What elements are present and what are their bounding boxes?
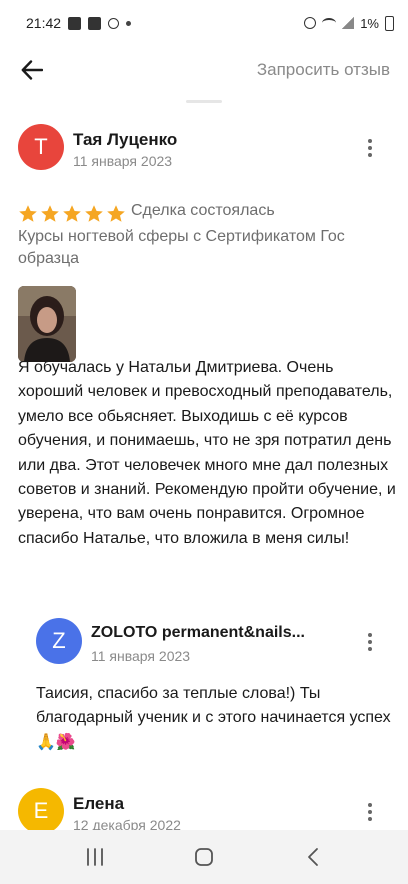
review-card: Т Тая Луценко 11 января 2023 Сделка сост… xyxy=(0,120,408,820)
status-time: 21:42 xyxy=(26,15,62,31)
status-bar: 21:42 1% xyxy=(0,0,408,46)
battery-percent: 1% xyxy=(360,15,379,31)
avatar: Е xyxy=(18,788,64,830)
star-icon xyxy=(85,205,103,222)
review-photo[interactable] xyxy=(18,286,76,362)
star-icon xyxy=(63,205,81,222)
wifi-icon xyxy=(322,18,337,28)
star-icon xyxy=(41,205,59,222)
system-nav-bar xyxy=(0,830,408,884)
more-notifications-dot-icon xyxy=(126,20,132,26)
review-author[interactable]: Тая Луценко xyxy=(73,130,177,150)
sheet-divider xyxy=(186,100,222,103)
review-more-button[interactable] xyxy=(360,800,380,824)
check-notification-icon xyxy=(88,16,102,30)
nav-back-icon xyxy=(308,848,319,866)
reply-date: 11 января 2023 xyxy=(91,648,191,664)
image-notification-icon xyxy=(68,16,82,30)
star-icon xyxy=(19,205,37,222)
review-date: 12 декабря 2022 xyxy=(73,817,181,830)
recents-icon xyxy=(86,848,103,866)
review-date: 11 января 2023 xyxy=(73,153,173,169)
recents-button[interactable] xyxy=(75,837,115,877)
request-review-link[interactable]: Запросить отзыв xyxy=(257,60,390,80)
review-more-button[interactable] xyxy=(360,136,380,160)
review-author[interactable]: Елена xyxy=(73,794,124,814)
reply-avatar: Z xyxy=(36,618,82,664)
reply-more-button[interactable] xyxy=(360,630,380,654)
arrow-left-icon xyxy=(21,60,43,80)
back-button[interactable] xyxy=(18,56,46,84)
nav-back-button[interactable] xyxy=(293,837,333,877)
search-notification-icon xyxy=(108,17,120,29)
review-text: Я обучалась у Натальи Дмитриева. Очень х… xyxy=(18,359,396,547)
review-card: Е Елена 12 декабря 2022 xyxy=(0,784,408,830)
star-icon xyxy=(107,205,125,222)
battery-icon xyxy=(385,15,394,31)
reply-author[interactable]: ZOLOTO permanent&nails... xyxy=(91,624,343,642)
avatar: Т xyxy=(18,124,64,170)
rating-stars xyxy=(18,204,126,224)
signal-icon xyxy=(342,17,355,29)
deal-status: Сделка состоялась xyxy=(131,202,275,219)
reply-text: Таисия, спасибо за теплые слова!) Ты бла… xyxy=(36,685,391,751)
portrait-image xyxy=(18,286,76,362)
alarm-icon xyxy=(304,17,317,29)
course-title: Курсы ногтевой сферы с Сертификатом Гос … xyxy=(18,228,345,267)
home-icon xyxy=(195,848,213,866)
app-header: Запросить отзыв xyxy=(0,46,408,94)
home-button[interactable] xyxy=(184,837,224,877)
